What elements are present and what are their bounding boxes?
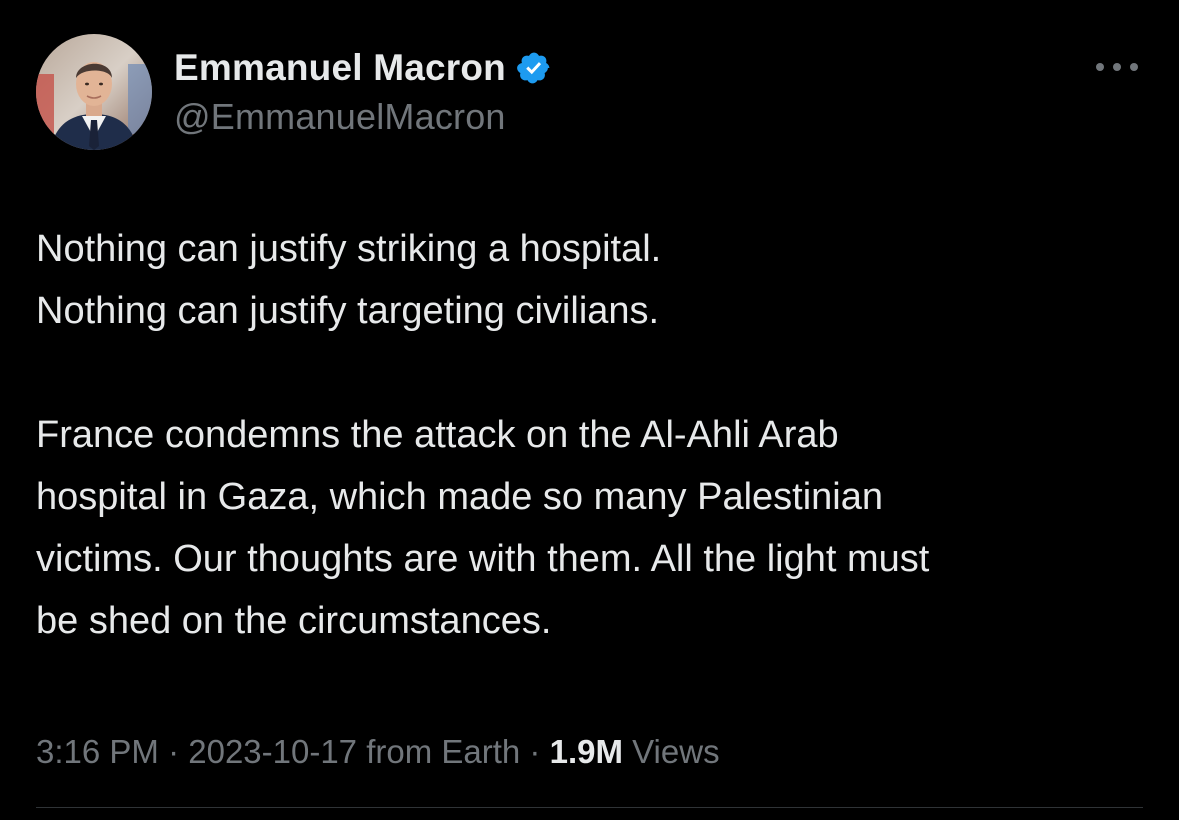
meta-separator: · — [520, 733, 550, 770]
author-block: Emmanuel Macron @EmmanuelMacron — [174, 44, 552, 138]
tweet-line: victims. Our thoughts are with them. All… — [36, 538, 930, 580]
divider — [36, 807, 1143, 808]
tweet-line-blank — [36, 342, 1146, 404]
tweet-line: Nothing can justify striking a hospital. — [36, 228, 662, 270]
display-name[interactable]: Emmanuel Macron — [174, 47, 506, 89]
handle[interactable]: @EmmanuelMacron — [174, 96, 552, 138]
verified-badge-icon[interactable] — [516, 50, 552, 86]
views-label: Views — [632, 733, 720, 770]
avatar-image — [36, 34, 152, 150]
views-count[interactable]: 1.9M — [550, 733, 623, 770]
tweet-source: from Earth — [366, 733, 521, 770]
tweet-line: Nothing can justify targeting civilians. — [36, 290, 660, 332]
tweet-date[interactable]: 2023-10-17 — [188, 733, 357, 770]
tweet-line: France condemns the attack on the Al-Ahl… — [36, 414, 839, 456]
tweet-time[interactable]: 3:16 PM — [36, 733, 159, 770]
more-button[interactable] — [1092, 52, 1142, 82]
tweet-text: Nothing can justify striking a hospital.… — [36, 218, 1146, 652]
more-horizontal-icon — [1096, 63, 1138, 71]
tweet-meta: 3:16 PM · 2023-10-17 from Earth · 1.9M V… — [36, 733, 720, 771]
meta-separator: · — [158, 733, 189, 770]
tweet-line: be shed on the circumstances. — [36, 600, 552, 642]
avatar[interactable] — [36, 34, 152, 150]
tweet-line: hospital in Gaza, which made so many Pal… — [36, 476, 884, 518]
tweet: Emmanuel Macron @EmmanuelMacron Nothing … — [0, 0, 1179, 820]
name-row: Emmanuel Macron — [174, 44, 552, 92]
